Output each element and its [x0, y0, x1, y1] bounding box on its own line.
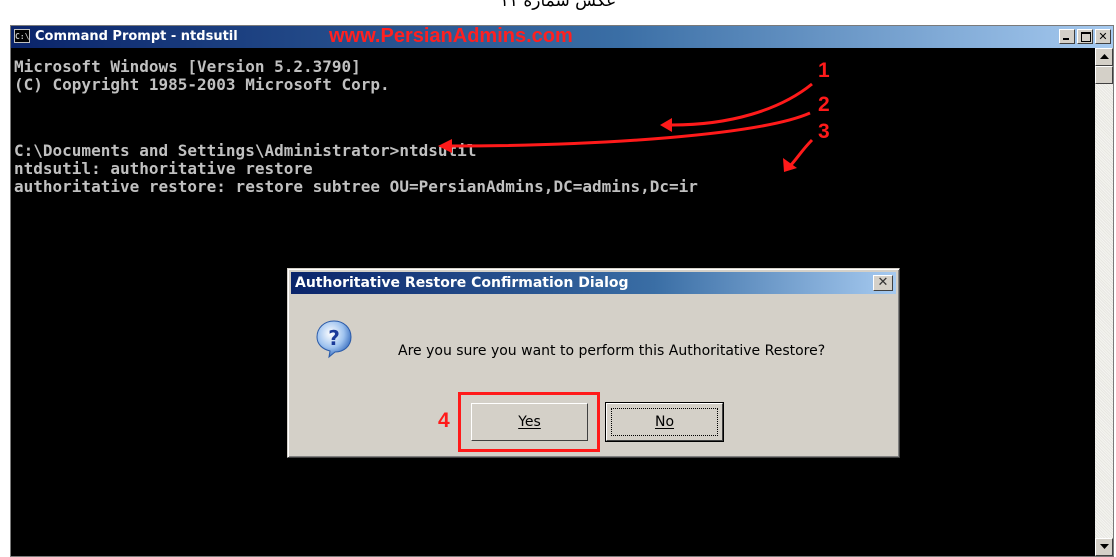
- annotation-step-1: 1: [818, 59, 830, 82]
- confirmation-dialog: Authoritative Restore Confirmation Dialo…: [287, 268, 900, 458]
- yes-button-label: Yes: [518, 414, 541, 430]
- yes-button[interactable]: Yes: [471, 403, 588, 441]
- close-icon: ✕: [877, 275, 889, 290]
- no-button[interactable]: No: [605, 402, 724, 442]
- svg-text:?: ?: [328, 326, 340, 350]
- dialog-message: Are you sure you want to perform this Au…: [398, 343, 826, 359]
- dialog-close-button[interactable]: ✕: [873, 275, 893, 291]
- focus-rectangle: [611, 408, 718, 436]
- dialog-title: Authoritative Restore Confirmation Dialo…: [295, 275, 629, 291]
- annotation-step-2: 2: [818, 93, 830, 116]
- question-icon: ?: [316, 320, 352, 359]
- annotation-step-3: 3: [818, 120, 830, 143]
- annotation-step-4: 4: [438, 409, 450, 432]
- dialog-titlebar[interactable]: Authoritative Restore Confirmation Dialo…: [291, 272, 896, 294]
